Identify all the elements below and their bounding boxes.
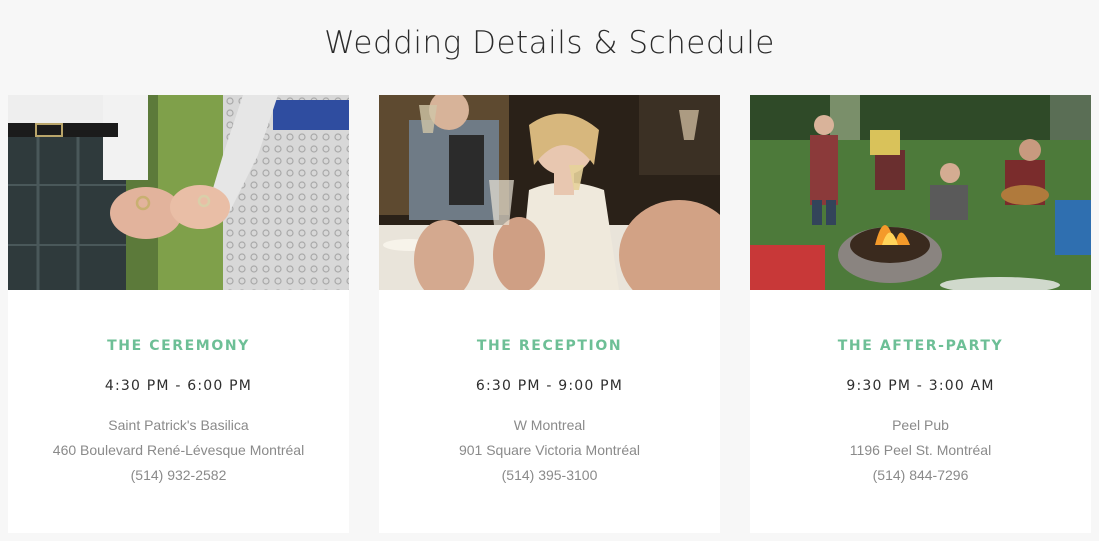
event-title: THE CEREMONY	[107, 338, 250, 354]
event-title: THE AFTER-PARTY	[837, 338, 1004, 354]
page-title: Wedding Details & Schedule	[324, 24, 775, 61]
event-card-reception: THE RECEPTION 6:30 PM - 9:00 PM W Montre…	[379, 95, 720, 533]
event-venue: Peel Pub	[892, 417, 949, 433]
event-phone: (514) 844-7296	[872, 467, 969, 483]
event-phone: (514) 932-2582	[130, 467, 227, 483]
event-time: 4:30 PM - 6:00 PM	[104, 378, 253, 394]
event-venue: W Montreal	[513, 417, 586, 433]
event-time: 9:30 PM - 3:00 AM	[846, 378, 995, 394]
event-card-ceremony: THE CEREMONY 4:30 PM - 6:00 PM Saint Pat…	[8, 95, 349, 533]
campfire-party-photo	[750, 95, 1091, 290]
event-card-after-party: THE AFTER-PARTY 9:30 PM - 3:00 AM Peel P…	[750, 95, 1091, 533]
event-venue: Saint Patrick's Basilica	[108, 417, 249, 433]
reception-toast-photo	[379, 95, 720, 290]
event-address: 460 Boulevard René-Lévesque Montréal	[52, 442, 305, 458]
event-phone: (514) 395-3100	[501, 467, 598, 483]
event-title: THE RECEPTION	[476, 338, 623, 354]
event-time: 6:30 PM - 9:00 PM	[475, 378, 624, 394]
ceremony-rings-photo	[8, 95, 349, 290]
event-address: 1196 Peel St. Montréal	[849, 442, 992, 458]
event-address: 901 Square Victoria Montréal	[458, 442, 641, 458]
